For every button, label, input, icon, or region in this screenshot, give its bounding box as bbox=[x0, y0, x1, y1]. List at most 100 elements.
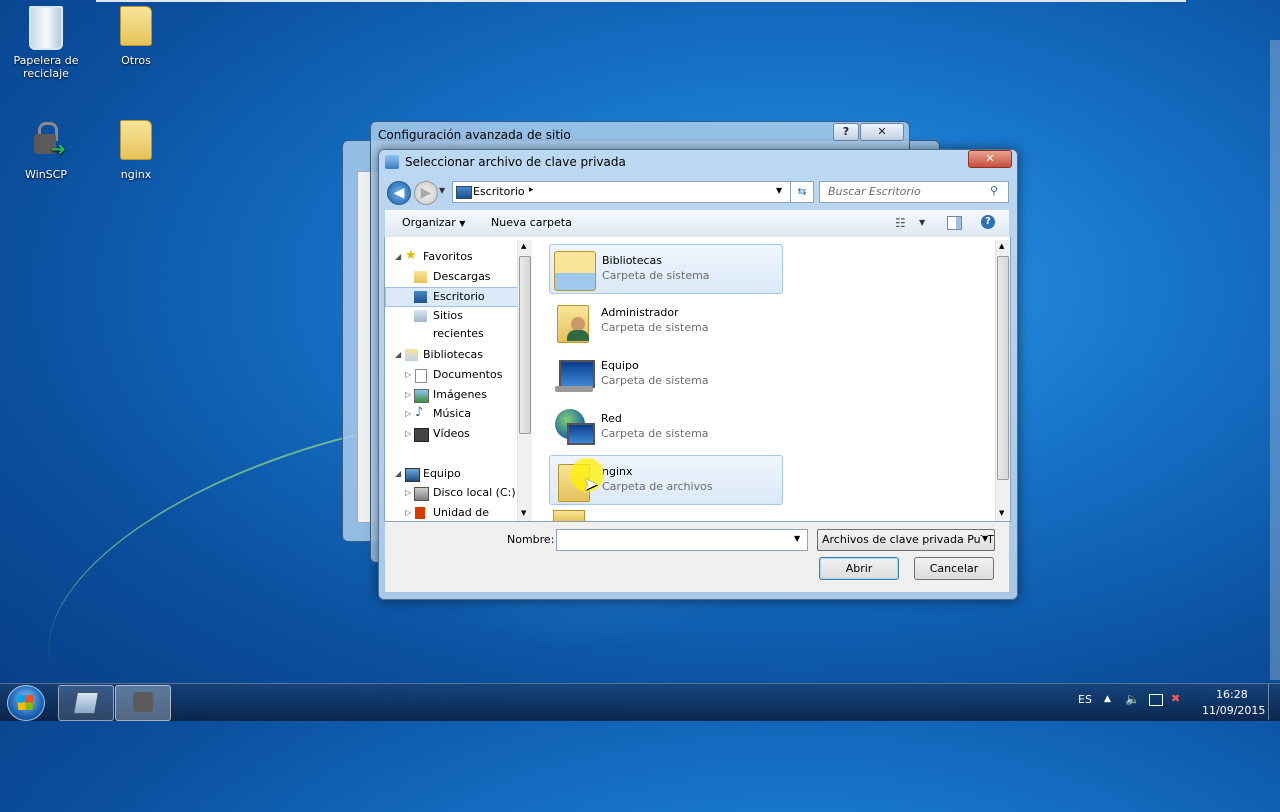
desktop-location-icon bbox=[456, 186, 472, 199]
nav-recent-places[interactable]: Sitios recientes bbox=[385, 307, 516, 340]
refresh-icon[interactable]: ⇆ bbox=[790, 181, 814, 203]
desktop-icon-label: Papelera de reciclaje bbox=[13, 54, 79, 80]
search-icon[interactable]: ⚲ bbox=[990, 184, 998, 197]
search-box[interactable]: Buscar Escritorio ⚲ bbox=[819, 181, 1009, 203]
file-name: Bibliotecas bbox=[602, 254, 663, 267]
folder-icon bbox=[120, 120, 152, 160]
collapse-triangle-icon[interactable]: ▷ bbox=[405, 425, 411, 443]
explorer-icon bbox=[73, 692, 99, 714]
desktop-icon-nginx[interactable]: nginx bbox=[96, 120, 176, 181]
nav-pictures[interactable]: ▷ Imágenes bbox=[385, 386, 516, 404]
nav-computer[interactable]: ◢ Equipo bbox=[385, 465, 516, 483]
language-indicator[interactable]: ES bbox=[1078, 693, 1092, 706]
expand-triangle-icon[interactable]: ◢ bbox=[395, 346, 401, 364]
organize-menu[interactable]: Organizar ▼ bbox=[402, 216, 465, 229]
file-type: Carpeta de sistema bbox=[601, 374, 709, 387]
scroll-up-icon[interactable]: ▲ bbox=[521, 242, 526, 250]
network-disconnected-icon[interactable]: ✖ bbox=[1171, 692, 1180, 705]
filename-input[interactable]: ▼ bbox=[556, 529, 808, 551]
forward-arrow-icon[interactable]: ▶ bbox=[414, 181, 438, 205]
address-bar[interactable]: Escritorio ▸ ▼ bbox=[452, 181, 791, 203]
nav-scroll-thumb[interactable] bbox=[519, 256, 531, 434]
address-location[interactable]: Escritorio bbox=[473, 185, 525, 198]
file-list-scrollbar[interactable]: ▲ ▼ bbox=[995, 240, 1010, 521]
action-center-icon[interactable] bbox=[1149, 694, 1163, 706]
collapse-triangle-icon[interactable]: ▷ bbox=[405, 504, 411, 521]
collapse-triangle-icon[interactable]: ▷ bbox=[405, 484, 411, 502]
recent-locations-chevron-icon[interactable]: ▼ bbox=[439, 186, 445, 195]
dialog-icon bbox=[385, 155, 399, 169]
star-icon: ★ bbox=[405, 248, 417, 263]
collapse-triangle-icon[interactable]: ▷ bbox=[405, 386, 411, 404]
expand-triangle-icon[interactable]: ◢ bbox=[395, 465, 401, 483]
help-icon[interactable]: ? bbox=[981, 215, 995, 229]
help-button[interactable]: ? bbox=[833, 123, 859, 141]
back-arrow-icon[interactable]: ◀ bbox=[387, 181, 411, 205]
desktop-icon-label: WinSCP bbox=[25, 168, 67, 181]
nav-desktop-selected[interactable]: Escritorio bbox=[385, 287, 518, 307]
desktop-icon bbox=[414, 291, 427, 303]
preview-pane-icon[interactable] bbox=[947, 216, 962, 230]
view-options-icon[interactable]: ☷ bbox=[895, 216, 906, 230]
folder-icon bbox=[120, 6, 152, 46]
file-name: Equipo bbox=[601, 359, 639, 372]
filename-dropdown-icon[interactable]: ▼ bbox=[794, 534, 800, 543]
nav-libraries[interactable]: ◢ Bibliotecas bbox=[385, 346, 516, 364]
recent-places-icon bbox=[414, 310, 427, 322]
windows-logo-icon bbox=[18, 695, 33, 710]
nav-downloads[interactable]: Descargas bbox=[385, 268, 516, 286]
nav-scrollbar[interactable]: ▲ ▼ bbox=[517, 240, 532, 521]
nav-label: Escritorio bbox=[433, 290, 485, 303]
filetype-dropdown-icon[interactable]: ▼ bbox=[982, 534, 989, 543]
file-item-network[interactable]: Red Carpeta de sistema bbox=[549, 403, 781, 451]
file-type: Carpeta de sistema bbox=[601, 427, 709, 440]
downloads-folder-icon bbox=[414, 271, 427, 283]
nav-documents[interactable]: ▷ Documentos bbox=[385, 366, 516, 384]
cancel-button[interactable]: Cancelar bbox=[914, 557, 994, 580]
show-desktop-button[interactable] bbox=[1268, 684, 1280, 720]
filetype-select[interactable]: Archivos de clave privada PuTT ▼ bbox=[817, 529, 995, 551]
speaker-icon[interactable]: 🔈 bbox=[1125, 692, 1140, 706]
file-name: Red bbox=[601, 412, 622, 425]
file-type: Carpeta de sistema bbox=[601, 321, 709, 334]
start-button[interactable] bbox=[7, 685, 45, 721]
scroll-down-icon[interactable]: ▼ bbox=[999, 509, 1004, 517]
close-button[interactable]: ✕ bbox=[860, 123, 904, 141]
collapse-triangle-icon[interactable]: ▷ bbox=[405, 366, 411, 384]
scroll-down-icon[interactable]: ▼ bbox=[521, 509, 526, 517]
desktop-icon-otros[interactable]: Otros bbox=[96, 6, 176, 67]
nav-label: Música bbox=[433, 407, 472, 420]
file-scroll-thumb[interactable] bbox=[997, 256, 1009, 480]
open-button[interactable]: Abrir bbox=[819, 557, 899, 580]
dialog-close-button[interactable]: ✕ bbox=[968, 150, 1012, 168]
file-item-administrator[interactable]: Administrador Carpeta de sistema bbox=[549, 297, 781, 345]
nav-dvd-drive[interactable]: ▷ Unidad de DVD (I bbox=[385, 504, 516, 521]
file-item-computer[interactable]: Equipo Carpeta de sistema bbox=[549, 350, 781, 398]
filetype-value: Archivos de clave privada PuTT bbox=[822, 533, 994, 546]
taskbar-winscp-button[interactable] bbox=[115, 685, 171, 721]
top-window-edge bbox=[96, 0, 1186, 2]
file-item-libraries[interactable]: Bibliotecas Carpeta de sistema bbox=[549, 244, 783, 294]
file-name: nginx bbox=[602, 465, 633, 478]
show-hidden-icons-icon[interactable]: ▲ bbox=[1104, 694, 1111, 704]
nav-favorites[interactable]: ◢ ★ Favoritos bbox=[385, 248, 516, 266]
new-folder-button[interactable]: Nueva carpeta bbox=[491, 216, 572, 229]
clock-time[interactable]: 16:28 bbox=[1216, 688, 1248, 701]
breadcrumb-chevron-icon[interactable]: ▸ bbox=[529, 185, 534, 195]
winscp-icon: ➜ bbox=[28, 120, 66, 160]
taskbar-explorer-button[interactable] bbox=[58, 685, 114, 721]
scroll-up-icon[interactable]: ▲ bbox=[999, 242, 1004, 250]
nav-music[interactable]: ▷ ♪ Música bbox=[385, 405, 516, 423]
desktop-icon-recycle-bin[interactable]: Papelera de reciclaje bbox=[6, 6, 86, 80]
clock-date[interactable]: 11/09/2015 bbox=[1202, 704, 1265, 717]
collapse-triangle-icon[interactable]: ▷ bbox=[405, 405, 411, 423]
file-type: Carpeta de sistema bbox=[602, 269, 710, 282]
desktop-icon-winscp[interactable]: ➜ WinSCP bbox=[6, 120, 86, 181]
expand-triangle-icon[interactable]: ◢ bbox=[395, 248, 401, 266]
nav-label: Disco local (C:) bbox=[433, 486, 516, 499]
nav-videos[interactable]: ▷ Vídeos bbox=[385, 425, 516, 443]
address-dropdown-icon[interactable]: ▼ bbox=[776, 186, 782, 195]
view-dropdown-icon[interactable]: ▼ bbox=[919, 218, 925, 227]
nav-local-disk[interactable]: ▷ Disco local (C:) bbox=[385, 484, 516, 502]
network-icon bbox=[553, 409, 595, 447]
